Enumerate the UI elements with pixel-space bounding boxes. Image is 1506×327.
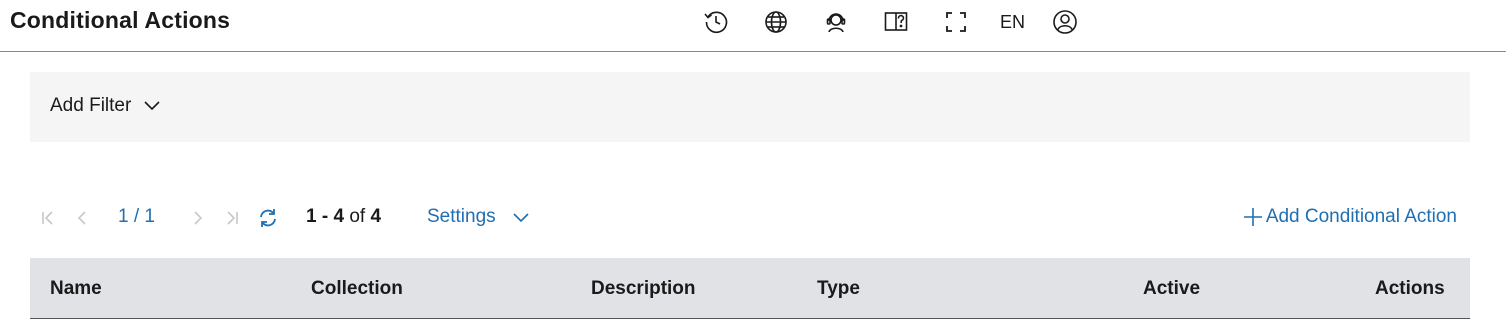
- settings-label: Settings: [427, 206, 496, 227]
- range-end: 4: [333, 206, 345, 227]
- range-start: 1: [306, 206, 317, 227]
- table-header-row: Name Collection Description Type Active …: [30, 258, 1470, 319]
- page-indicator: 1 / 1: [118, 206, 155, 227]
- language-selector[interactable]: EN: [1000, 12, 1025, 33]
- column-header-type[interactable]: Type: [817, 278, 860, 300]
- history-icon[interactable]: [700, 6, 732, 38]
- next-page-button[interactable]: [188, 208, 208, 228]
- last-page-button[interactable]: [222, 208, 242, 228]
- user-icon[interactable]: [1049, 6, 1081, 38]
- first-page-button[interactable]: [38, 208, 58, 228]
- table-toolbar: 1 / 1 1 - 4 of 4 Settings Add Conditiona…: [30, 200, 1470, 236]
- settings-dropdown[interactable]: Settings: [427, 206, 530, 228]
- chevron-down-icon: [513, 213, 529, 223]
- filter-bar: Add Filter: [30, 72, 1470, 142]
- column-header-collection[interactable]: Collection: [311, 278, 403, 300]
- add-filter-dropdown[interactable]: Add Filter: [50, 95, 161, 117]
- support-icon[interactable]: [820, 6, 852, 38]
- refresh-icon[interactable]: [256, 206, 280, 230]
- add-conditional-action-button[interactable]: Add Conditional Action: [1242, 206, 1457, 228]
- first-page-icon: [42, 211, 53, 225]
- app-header: Conditional Actions EN: [0, 0, 1506, 52]
- add-filter-label: Add Filter: [50, 95, 132, 116]
- add-conditional-action-label: Add Conditional Action: [1265, 206, 1457, 227]
- chevron-right-icon: [194, 211, 203, 225]
- column-header-name[interactable]: Name: [50, 278, 102, 300]
- help-book-icon[interactable]: [880, 6, 912, 38]
- range-of: of: [344, 206, 371, 227]
- column-header-description[interactable]: Description: [591, 278, 696, 300]
- range-separator: -: [316, 206, 334, 227]
- column-header-active[interactable]: Active: [1143, 278, 1200, 300]
- record-range: 1 - 4 of 4: [306, 206, 381, 228]
- header-icon-bar: EN: [700, 6, 1109, 38]
- last-page-icon: [227, 211, 238, 225]
- previous-page-button[interactable]: [72, 208, 92, 228]
- fullscreen-icon[interactable]: [940, 6, 972, 38]
- column-header-actions: Actions: [1375, 278, 1445, 299]
- globe-icon[interactable]: [760, 6, 792, 38]
- range-total: 4: [370, 206, 382, 227]
- page-title: Conditional Actions: [10, 7, 231, 33]
- chevron-down-icon: [144, 101, 160, 111]
- chevron-left-icon: [77, 211, 86, 225]
- plus-icon: [1243, 208, 1262, 226]
